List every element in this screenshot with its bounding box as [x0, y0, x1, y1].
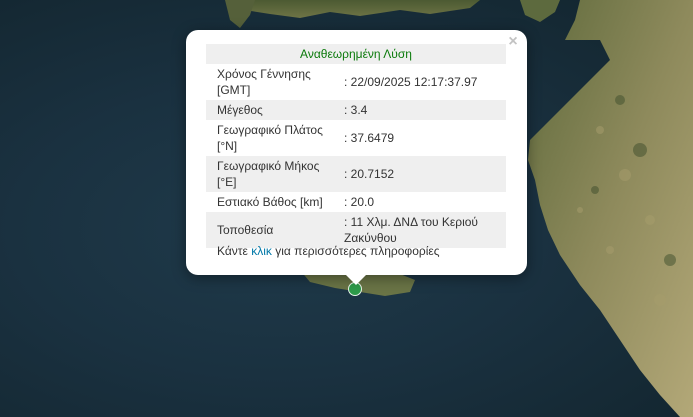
- row-label: Μέγεθος: [206, 100, 333, 120]
- table-row: Χρόνος Γέννησης [GMT] : 22/09/2025 12:17…: [206, 64, 506, 100]
- table-row: Τοποθεσία : 11 Χλμ. ΔΝΔ του Κεριού Ζακύν…: [206, 212, 506, 248]
- mainland-landmass: [528, 0, 693, 417]
- table-row: Εστιακό Βάθος [km] : 20.0: [206, 192, 506, 212]
- row-label: Γεωγραφικό Πλάτος [°N]: [206, 120, 333, 156]
- north-right-landmass: [520, 0, 560, 22]
- more-info-link[interactable]: κλικ: [251, 244, 272, 258]
- earthquake-info-popup: × Αναθεωρημένη Λύση Χρόνος Γέννησης [GMT…: [186, 30, 527, 275]
- row-value: : 22/09/2025 12:17:37.97: [333, 64, 506, 100]
- row-value: : 20.0: [333, 192, 506, 212]
- table-row: Γεωγραφικό Μήκος [°E] : 20.7152: [206, 156, 506, 192]
- table-row: Γεωγραφικό Πλάτος [°N] : 37.6479: [206, 120, 506, 156]
- northern-landmass: [230, 0, 480, 18]
- row-label: Τοποθεσία: [206, 212, 333, 248]
- north-left-landmass: [225, 0, 255, 28]
- table-row: Μέγεθος : 3.4: [206, 100, 506, 120]
- table-title-row: Αναθεωρημένη Λύση: [206, 44, 506, 64]
- row-label: Γεωγραφικό Μήκος [°E]: [206, 156, 333, 192]
- row-label: Χρόνος Γέννησης [GMT]: [206, 64, 333, 100]
- row-value: : 3.4: [333, 100, 506, 120]
- popup-tip: [345, 274, 367, 285]
- row-value: : 20.7152: [333, 156, 506, 192]
- earthquake-info-table: Αναθεωρημένη Λύση Χρόνος Γέννησης [GMT] …: [206, 44, 506, 248]
- popup-title: Αναθεωρημένη Λύση: [206, 44, 506, 64]
- footer-prefix: Κάντε: [217, 244, 252, 258]
- more-info-text: Κάντε κλικ για περισσότερες πληροφορίες: [217, 244, 440, 258]
- close-icon[interactable]: ×: [504, 33, 522, 51]
- map-view[interactable]: × Αναθεωρημένη Λύση Χρόνος Γέννησης [GMT…: [0, 0, 693, 417]
- row-value: : 37.6479: [333, 120, 506, 156]
- row-value: : 11 Χλμ. ΔΝΔ του Κεριού Ζακύνθου: [333, 212, 506, 248]
- footer-suffix: για περισσότερες πληροφορίες: [271, 244, 440, 258]
- row-label: Εστιακό Βάθος [km]: [206, 192, 333, 212]
